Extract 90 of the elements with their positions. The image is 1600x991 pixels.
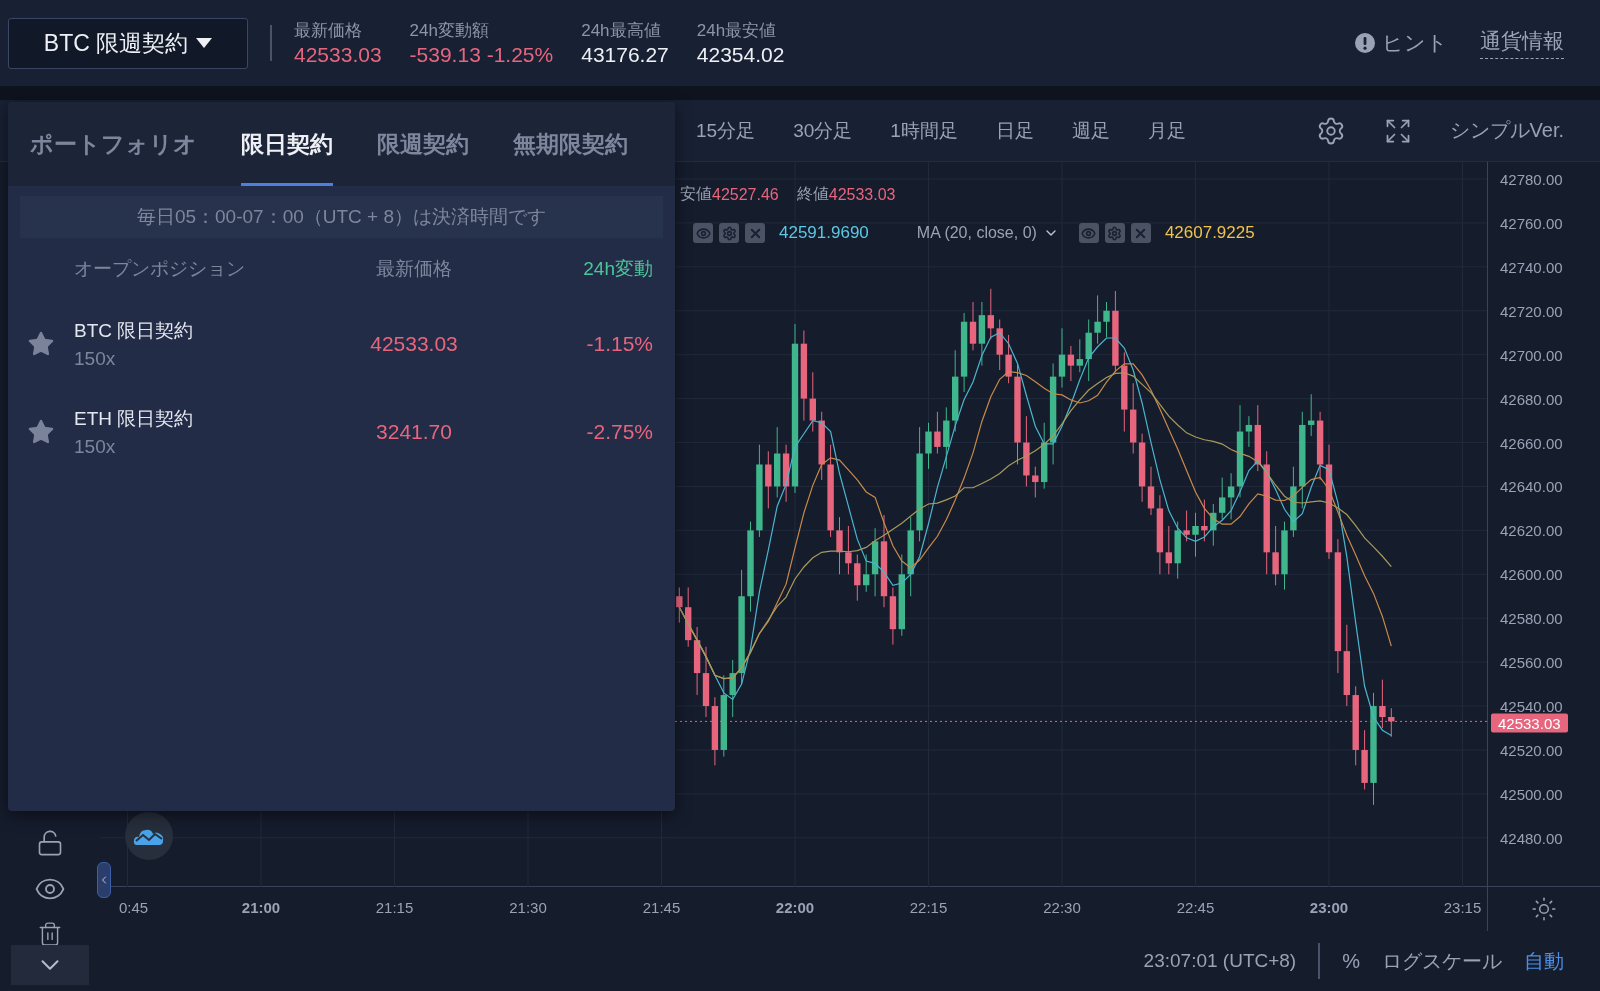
star-icon[interactable] bbox=[27, 330, 55, 358]
market-tab[interactable]: 無期限契約 bbox=[513, 102, 628, 186]
price-axis-label: 42620.00 bbox=[1500, 522, 1563, 538]
ohlc-label: 終値 bbox=[796, 184, 829, 204]
trash-icon bbox=[37, 921, 63, 947]
leverage-text: 150x bbox=[74, 348, 117, 370]
time-axis-label: 23:00 bbox=[1309, 899, 1349, 916]
contract-name: BTC 限日契約 bbox=[74, 319, 195, 343]
settlement-notice: 毎日05：00-07：00（UTC + 8）は決済時間です bbox=[20, 196, 663, 238]
stat-label: 24h最高値 bbox=[581, 20, 662, 42]
unlock-button[interactable] bbox=[36, 829, 64, 857]
interval-tab[interactable]: 週足 bbox=[1071, 113, 1110, 148]
column-header: 24h変動 bbox=[582, 257, 653, 281]
time-axis-label: 22:00 bbox=[775, 899, 815, 916]
stat-value: 42354.02 bbox=[696, 43, 785, 67]
price-axis-label: 42780.00 bbox=[1500, 171, 1563, 187]
info-icon bbox=[1354, 32, 1376, 54]
stat-value: -539.13 -1.25% bbox=[409, 43, 554, 67]
price-axis-label: 42740.00 bbox=[1500, 259, 1563, 275]
leverage-text: 150x bbox=[74, 436, 117, 458]
close-button[interactable] bbox=[1130, 223, 1151, 243]
price-axis-label: 42480.00 bbox=[1500, 830, 1563, 846]
time-axis-label: 21:15 bbox=[375, 899, 414, 916]
price-axis-label: 42520.00 bbox=[1500, 742, 1563, 758]
price-axis-label: 42640.00 bbox=[1500, 478, 1563, 494]
time-axis-label: 21:00 bbox=[241, 899, 281, 916]
current-time: 23:07:01 (UTC+8) bbox=[1143, 950, 1297, 972]
unlocked-padlock-icon bbox=[36, 829, 64, 857]
price-axis-label: 42660.00 bbox=[1500, 435, 1563, 450]
column-header: 最新価格 bbox=[375, 257, 453, 281]
interval-tab[interactable]: 30分足 bbox=[793, 113, 853, 148]
stat-value: 43176.27 bbox=[581, 43, 669, 67]
time-axis-label: 22:45 bbox=[1176, 899, 1215, 916]
ohlc-value: 42527.46 bbox=[712, 185, 779, 204]
eye-icon bbox=[695, 225, 711, 241]
price-change: -2.75% bbox=[585, 420, 653, 444]
brightness-button[interactable] bbox=[1531, 896, 1557, 922]
settings-icon bbox=[721, 225, 737, 241]
time-axis-label: 22:30 bbox=[1043, 899, 1081, 916]
price-axis-label: 42600.00 bbox=[1500, 566, 1563, 582]
price-axis-label: 42760.00 bbox=[1500, 215, 1563, 231]
price-axis-label: 42560.00 bbox=[1500, 654, 1563, 670]
column-header: オープンポジション bbox=[74, 257, 246, 281]
market-tab[interactable]: 限週契約 bbox=[377, 102, 469, 186]
contract-name: ETH 限日契約 bbox=[74, 407, 195, 431]
time-axis-label: 23:15 bbox=[1443, 899, 1482, 916]
price-axis-label: 42720.00 bbox=[1500, 303, 1563, 319]
simple-version-link[interactable]: シンプルVer. bbox=[1449, 117, 1564, 144]
eye-icon bbox=[1081, 225, 1097, 241]
symbol-dropdown[interactable]: BTC 限週契約 bbox=[8, 17, 248, 69]
stat-label: 最新価格 bbox=[294, 20, 363, 42]
currency-info-link[interactable]: 通貨情報 bbox=[1480, 27, 1564, 59]
latest-price: 3241.70 bbox=[375, 420, 453, 444]
indicator-value: 42591.9690 bbox=[779, 223, 869, 243]
scale-option[interactable]: % bbox=[1342, 949, 1360, 973]
last-price-tag: 42533.03 bbox=[1491, 713, 1568, 733]
latest-price: 42533.03 bbox=[369, 332, 459, 356]
interval-tab[interactable]: 1時間足 bbox=[890, 113, 958, 148]
collapse-handle[interactable] bbox=[97, 862, 111, 898]
price-change: -1.15% bbox=[585, 332, 653, 356]
stat-value: 42533.03 bbox=[294, 43, 382, 67]
close-button[interactable] bbox=[745, 223, 765, 243]
interval-tab[interactable]: 月足 bbox=[1147, 113, 1186, 148]
settings-icon bbox=[1107, 225, 1123, 241]
market-tab[interactable]: 限日契約 bbox=[241, 102, 333, 186]
interval-tab[interactable]: 日足 bbox=[995, 113, 1034, 148]
star-icon[interactable] bbox=[27, 418, 55, 446]
scale-option[interactable]: ログスケール bbox=[1382, 947, 1502, 975]
ohlc-value: 42533.03 bbox=[828, 185, 896, 204]
delete-button[interactable] bbox=[37, 921, 63, 947]
indicator-name: MA (20, close, 0) bbox=[916, 224, 1037, 242]
stat-label: 24h変動額 bbox=[409, 20, 490, 42]
caret-icon bbox=[196, 37, 213, 49]
interval-tab[interactable]: 15分足 bbox=[696, 113, 756, 148]
time-axis-label: 21:45 bbox=[642, 899, 681, 916]
time-axis-label: 22:15 bbox=[909, 899, 948, 916]
hint-link[interactable]: ヒント bbox=[1354, 29, 1448, 57]
price-axis-label: 42700.00 bbox=[1500, 347, 1563, 363]
market-tab[interactable]: ポートフォリオ bbox=[30, 102, 197, 186]
scale-option[interactable]: 自動 bbox=[1524, 947, 1564, 975]
stat-label: 24h最安値 bbox=[696, 20, 778, 42]
sun-icon bbox=[1531, 896, 1557, 922]
time-axis-label: 0:45 bbox=[118, 899, 149, 916]
time-axis-label: 21:30 bbox=[509, 899, 547, 916]
indicator-value: 42607.9225 bbox=[1164, 223, 1255, 243]
ohlc-label: 安値 bbox=[680, 184, 712, 204]
price-axis-label: 42540.00 bbox=[1500, 698, 1563, 714]
price-axis-label: 42580.00 bbox=[1500, 610, 1563, 626]
price-axis-label: 42680.00 bbox=[1500, 391, 1563, 407]
price-axis-label: 42500.00 bbox=[1500, 786, 1563, 802]
